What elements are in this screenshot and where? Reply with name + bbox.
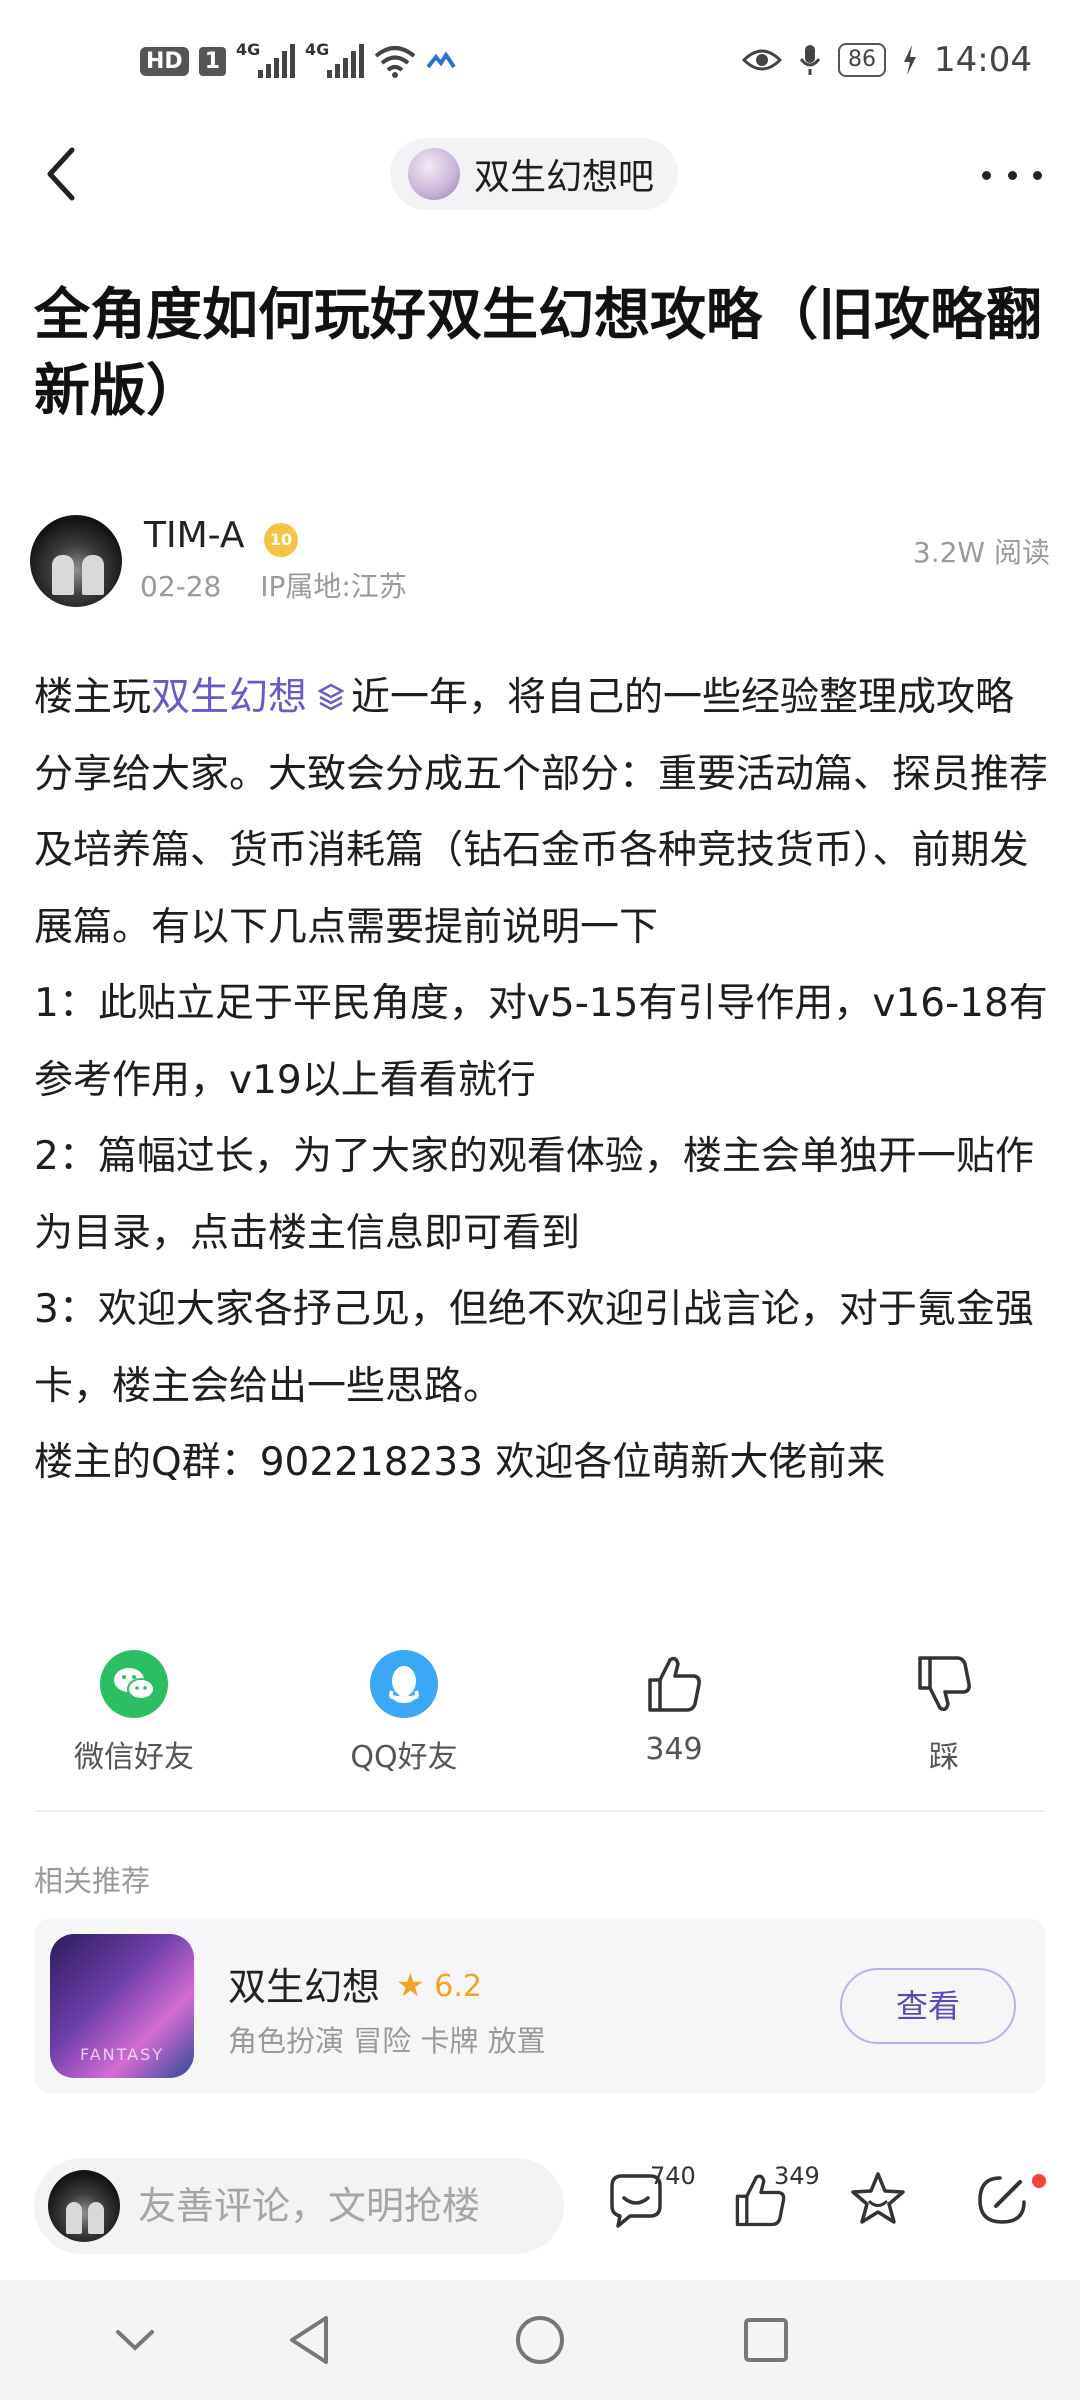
network-type-label: 4G [236, 40, 261, 59]
author-avatar[interactable] [30, 515, 122, 607]
back-triangle-icon[interactable] [282, 2310, 338, 2370]
thumbs-down-icon [918, 1656, 971, 1712]
share-edit-button[interactable] [970, 2168, 1050, 2248]
like-count: 349 [645, 1732, 703, 1767]
like-button[interactable]: 349 [574, 1650, 774, 1767]
share-row: 微信好友 QQ好友 349 踩 [0, 1650, 1080, 1780]
system-nav-bar [0, 2280, 1080, 2400]
status-bar: HD 1 4G 4G 86 14:04 [0, 0, 1080, 130]
chevron-down-icon[interactable] [110, 2310, 160, 2370]
network-type-label: 4G [305, 40, 330, 59]
author-name[interactable]: TIM-A [144, 515, 245, 556]
favorite-button[interactable] [846, 2168, 926, 2248]
user-avatar [48, 2170, 120, 2242]
game-icon [50, 1934, 194, 2078]
dislike-label: 踩 [929, 1740, 959, 1775]
divider [34, 1810, 1046, 1812]
game-name: 双生幻想 [228, 1965, 381, 2009]
game-card[interactable]: 双生幻想 ★ 6.2 角色扮演 冒险 卡牌 放置 查看 [34, 1918, 1046, 2094]
back-button[interactable] [40, 144, 88, 204]
rating-value: 6.2 [434, 1969, 482, 2004]
game-rating: ★ 6.2 [396, 1966, 482, 2004]
chevron-left-icon [47, 147, 75, 201]
edit-icon [978, 2176, 1026, 2224]
signal-icon: 4G [236, 40, 295, 78]
post-title: 全角度如何玩好双生幻想攻略（旧攻略翻新版） [34, 283, 1042, 424]
game-tags: 角色扮演 冒险 卡牌 放置 [228, 2024, 546, 2058]
layers-icon [317, 683, 345, 711]
bottom-like-button[interactable]: 349 [728, 2162, 820, 2248]
body-paragraph: 楼主的Q群：902218233 欢迎各位萌新大佬前来 [34, 1440, 886, 1485]
more-dot [1033, 170, 1042, 180]
dislike-button[interactable]: 踩 [844, 1650, 1044, 1776]
forum-avatar [408, 148, 460, 200]
battery-icon: 86 [838, 43, 887, 77]
signal-icon: 4G [305, 40, 364, 78]
app-notification-icon [426, 51, 456, 69]
more-options-button[interactable] [982, 150, 1042, 200]
eye-icon [742, 49, 783, 71]
star-outline-icon [851, 2172, 905, 2224]
qq-icon [370, 1650, 438, 1718]
recents-square-icon[interactable] [738, 2310, 794, 2370]
body-paragraph: 1：此贴立足于平民角度，对v5-15有引导作用，v16-18有参考作用，v19以… [34, 981, 1048, 1103]
level-badge: 10 [264, 523, 298, 557]
more-dot [982, 170, 991, 180]
body-paragraph: 2：篇幅过长，为了大家的观看体验，楼主会单独开一贴作为目录，点击楼主信息即可看到 [34, 1134, 1034, 1256]
post-date: 02-28 [140, 570, 222, 603]
ip-location: IP属地:江苏 [260, 570, 407, 603]
share-wechat-button[interactable]: 微信好友 [34, 1650, 234, 1776]
body-paragraph: 3：欢迎大家各抒己见，但绝不欢迎引战言论，对于氪金强卡，楼主会给出一些思路。 [34, 1287, 1034, 1409]
microphone-icon [799, 45, 821, 75]
read-count: 3.2W 阅读 [912, 536, 1050, 569]
share-qq-label: QQ好友 [350, 1740, 458, 1775]
bottom-like-count: 349 [774, 2162, 820, 2190]
post-body: 楼主玩双生幻想 近一年，将自己的一些经验整理成攻略分享给大家。大致会分成五个部分：… [34, 660, 1049, 1502]
author-meta: 02-28 IP属地:江苏 [140, 565, 437, 605]
home-circle-icon[interactable] [510, 2310, 570, 2370]
thumbs-up-icon [648, 1656, 701, 1712]
recommend-header: 相关推荐 [34, 1864, 151, 1898]
body-paragraph: 楼主玩双生幻想 近一年，将自己的一些经验整理成攻略分享给大家。大致会分成五个部分：… [34, 660, 1049, 966]
body-text: 楼主玩 [34, 675, 152, 720]
bottom-bar: 740 349 [0, 2150, 1080, 2280]
charging-icon [904, 45, 917, 75]
more-dot [1007, 170, 1017, 180]
status-right-icons: 86 14:04 [742, 40, 1032, 80]
clock: 14:04 [934, 40, 1032, 80]
wifi-icon [374, 46, 416, 78]
author-row: TIM-A 10 02-28 IP属地:江苏 3.2W 阅读 [30, 515, 1050, 607]
star-icon: ★ [396, 1966, 425, 2004]
hd-icon: HD [140, 46, 189, 76]
wechat-icon [100, 1650, 168, 1718]
status-left-icons: HD 1 4G 4G [140, 40, 456, 78]
share-wechat-label: 微信好友 [74, 1740, 194, 1775]
sim-icon: 1 [198, 46, 226, 76]
view-game-button[interactable]: 查看 [840, 1968, 1016, 2044]
forum-name: 双生幻想吧 [474, 157, 655, 198]
top-nav: 双生幻想吧 [0, 130, 1080, 220]
game-link[interactable]: 双生幻想 [151, 675, 307, 720]
share-qq-button[interactable]: QQ好友 [304, 1650, 504, 1776]
notification-dot [1032, 2174, 1046, 2188]
comment-count: 740 [650, 2162, 696, 2190]
comments-button[interactable]: 740 [604, 2162, 696, 2248]
forum-entry[interactable]: 双生幻想吧 [390, 138, 679, 210]
